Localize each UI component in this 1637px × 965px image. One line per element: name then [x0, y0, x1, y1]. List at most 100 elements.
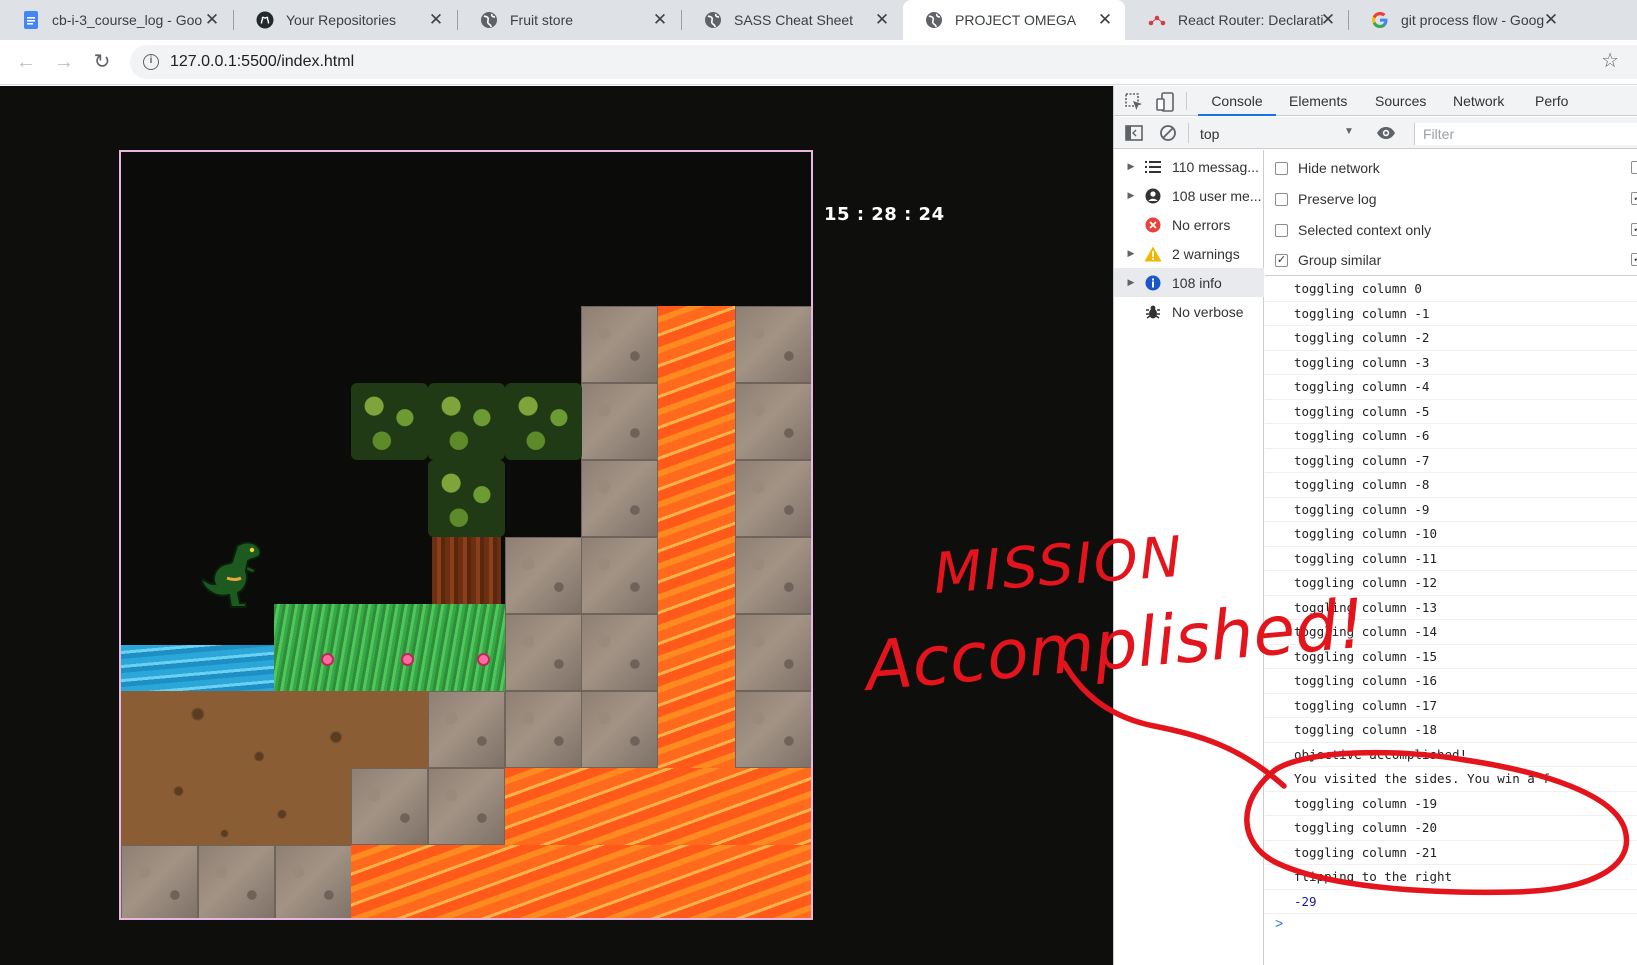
leaf-tile	[351, 383, 428, 460]
checkbox[interactable]	[1631, 161, 1637, 174]
setting-label: Preserve log	[1298, 191, 1377, 207]
close-icon[interactable]: ✕	[1318, 10, 1338, 30]
bug-icon	[1144, 303, 1162, 321]
dinosaur-player	[201, 541, 262, 608]
expand-arrow-icon[interactable]: ▶	[1122, 190, 1140, 201]
log-message: flipping to the right	[1265, 865, 1637, 890]
close-icon[interactable]: ✕	[1541, 10, 1561, 30]
setting-preserve-log[interactable]: Preserve log	[1275, 189, 1377, 209]
tree-trunk-tile	[432, 537, 501, 614]
tab-react-router[interactable]: React Router: Declarati ✕	[1126, 0, 1348, 40]
tab-title: git process flow - Goog	[1401, 12, 1545, 28]
back-button[interactable]: ←	[13, 49, 39, 75]
stone-tile	[581, 383, 658, 460]
checkbox-checked[interactable]: ✓	[1631, 223, 1637, 236]
checkbox-checked[interactable]: ✓	[1631, 253, 1637, 266]
checkbox[interactable]	[1275, 192, 1288, 206]
sidebar-item-label: 108 info	[1172, 274, 1222, 291]
stone-tile	[735, 383, 811, 460]
chevron-down-icon[interactable]: ▼	[1344, 126, 1354, 137]
github-icon	[256, 11, 274, 29]
log-message: toggling column -18	[1265, 718, 1637, 743]
clear-console-icon[interactable]	[1158, 123, 1178, 143]
sidebar-toggle-icon[interactable]	[1124, 123, 1144, 143]
expand-arrow-icon[interactable]: ▶	[1122, 161, 1140, 172]
leaf-tile	[428, 460, 505, 537]
setting-hide-network[interactable]: Hide network	[1275, 158, 1380, 178]
stone-tile	[428, 691, 505, 768]
close-icon[interactable]: ✕	[202, 10, 222, 30]
address-bar[interactable]: i 127.0.0.1:5500/index.html	[130, 45, 1637, 79]
reload-button[interactable]: ↻	[89, 49, 115, 75]
log-message: objective accomplished!	[1265, 743, 1637, 767]
log-message: toggling column -1	[1265, 302, 1637, 326]
stone-tile	[428, 768, 505, 845]
tab-network[interactable]: Network	[1453, 86, 1504, 116]
checkbox[interactable]	[1275, 223, 1288, 237]
tab-console[interactable]: Console	[1198, 86, 1276, 116]
stone-tile	[735, 614, 811, 691]
stone-tile	[351, 768, 428, 845]
console-log[interactable]: toggling column 0 toggling column -1 tog…	[1265, 277, 1637, 965]
checkbox-checked[interactable]: ✓	[1631, 192, 1637, 205]
checkbox[interactable]	[1275, 161, 1288, 175]
sidebar-item-messages[interactable]: ▶ 110 messag...	[1114, 152, 1264, 181]
log-message: toggling column -6	[1265, 424, 1637, 449]
device-toolbar-icon[interactable]	[1156, 92, 1176, 112]
tab-project-omega[interactable]: PROJECT OMEGA ✕	[903, 0, 1125, 40]
expand-arrow-icon[interactable]: ▶	[1122, 248, 1140, 259]
lava-tile	[658, 306, 735, 768]
tab-course-log[interactable]: cb-i-3_course_log - Goo ✕	[0, 0, 232, 40]
sidebar-item-label: No verbose	[1172, 303, 1244, 320]
forward-button[interactable]: →	[51, 49, 77, 75]
log-message: toggling column -13	[1265, 596, 1637, 620]
checkbox-checked[interactable]: ✓	[1275, 253, 1288, 267]
sidebar-item-verbose[interactable]: No verbose	[1114, 297, 1264, 326]
tab-git-process-flow[interactable]: git process flow - Goog ✕	[1349, 0, 1571, 40]
flower	[479, 655, 488, 664]
grass-tile	[274, 604, 505, 691]
game-board[interactable]	[119, 150, 813, 920]
stone-tile	[735, 537, 811, 614]
url-text: 127.0.0.1:5500/index.html	[170, 53, 355, 70]
filter-input[interactable]: Filter	[1414, 123, 1637, 145]
tab-your-repositories[interactable]: Your Repositories ✕	[234, 0, 456, 40]
setting-group-similar[interactable]: ✓ Group similar	[1275, 250, 1381, 270]
setting-selected-context-only[interactable]: Selected context only	[1275, 220, 1431, 240]
context-selector[interactable]: top	[1200, 126, 1219, 142]
log-message: toggling column -14	[1265, 620, 1637, 645]
info-icon[interactable]: i	[143, 54, 159, 70]
tab-fruit-store[interactable]: Fruit store ✕	[458, 0, 680, 40]
globe-icon	[480, 11, 498, 29]
sidebar-item-user-messages[interactable]: ▶ 108 user me...	[1114, 181, 1264, 210]
stone-tile	[581, 691, 658, 768]
sidebar-item-errors[interactable]: No errors	[1114, 210, 1264, 239]
star-icon[interactable]: ☆	[1601, 48, 1619, 73]
tab-sources[interactable]: Sources	[1375, 86, 1426, 116]
browser-toolbar: ← → ↻ i 127.0.0.1:5500/index.html ☆	[0, 40, 1637, 85]
log-message: toggling column -21	[1265, 841, 1637, 865]
tab-performance[interactable]: Perfo	[1535, 86, 1568, 116]
sidebar-item-warnings[interactable]: ▶ 2 warnings	[1114, 239, 1264, 268]
stone-tile	[275, 845, 352, 918]
close-icon[interactable]: ✕	[426, 10, 446, 30]
tab-sass-cheat-sheet[interactable]: SASS Cheat Sheet ✕	[682, 0, 902, 40]
close-icon[interactable]: ✕	[1095, 10, 1115, 30]
console-toolbar: top ▼ Filter	[1114, 117, 1637, 149]
divider	[1188, 123, 1189, 143]
leaf-tile	[505, 383, 582, 460]
eye-icon[interactable]	[1376, 123, 1396, 143]
close-icon[interactable]: ✕	[650, 10, 670, 30]
close-icon[interactable]: ✕	[872, 10, 892, 30]
sidebar-item-info[interactable]: ▶ 108 info	[1114, 268, 1264, 297]
list-icon	[1144, 158, 1162, 176]
console-prompt[interactable]: >	[1275, 915, 1283, 931]
inspect-element-icon[interactable]	[1124, 92, 1144, 112]
log-message: toggling column 0	[1265, 277, 1637, 302]
stone-tile	[198, 845, 275, 918]
tab-elements[interactable]: Elements	[1289, 86, 1347, 116]
stone-tile	[581, 460, 658, 537]
console-settings: Hide network Preserve log Selected conte…	[1265, 150, 1637, 276]
expand-arrow-icon[interactable]: ▶	[1122, 277, 1140, 288]
error-icon	[1144, 216, 1162, 234]
